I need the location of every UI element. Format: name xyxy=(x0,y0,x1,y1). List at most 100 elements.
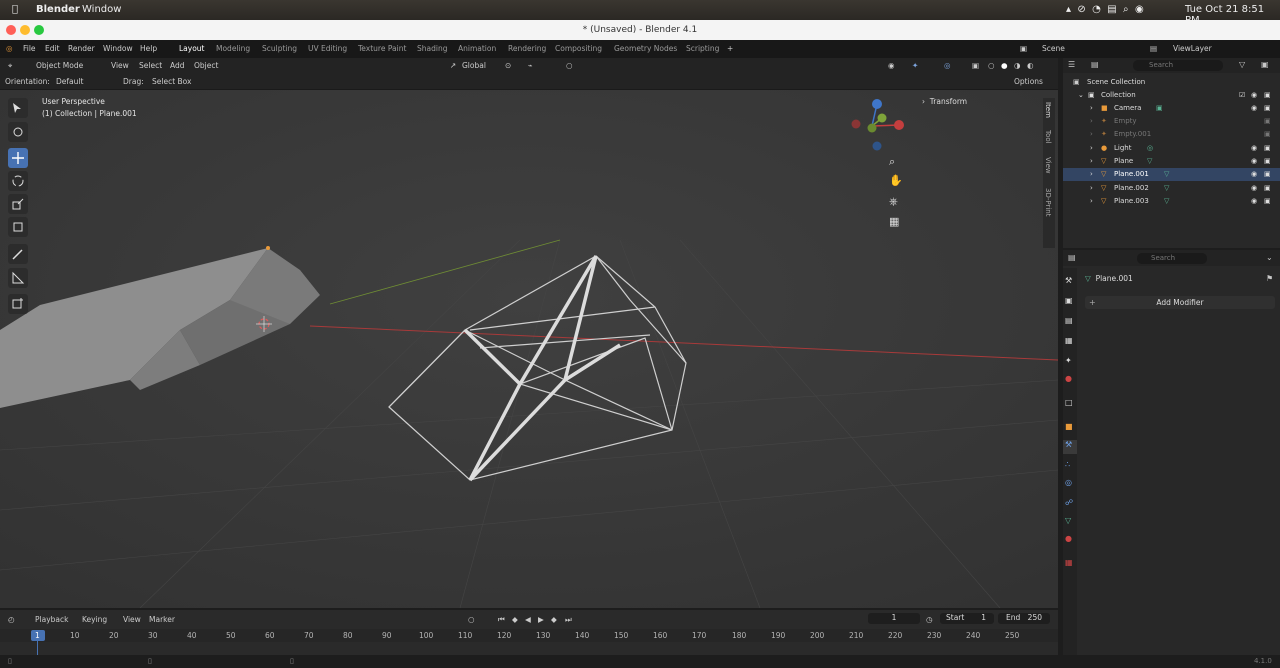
pan-hand-icon[interactable]: ✋ xyxy=(889,174,903,187)
drag-selector[interactable]: Select Box xyxy=(152,77,191,86)
gizmo-neg-z-axis[interactable] xyxy=(872,141,882,151)
close-window-button[interactable] xyxy=(6,25,16,35)
tab-texture-paint[interactable]: Texture Paint xyxy=(358,44,406,53)
outliner-scene-collection[interactable]: ▣ Scene Collection xyxy=(1063,76,1280,89)
menu-marker[interactable]: Marker xyxy=(149,615,175,624)
outliner-editor-icon[interactable]: ☰ xyxy=(1068,60,1075,69)
tab-scripting[interactable]: Scripting xyxy=(686,44,719,53)
menu-help[interactable]: Help xyxy=(140,44,157,53)
apple-icon[interactable]:  xyxy=(12,4,18,15)
gizmo-neg-x-axis[interactable] xyxy=(851,119,861,129)
gizmo-x-axis[interactable] xyxy=(894,120,904,130)
menu-edit[interactable]: Edit xyxy=(45,44,60,53)
timeline-editor-icon[interactable]: ◴ xyxy=(8,615,15,624)
menu-timeline-view[interactable]: View xyxy=(123,615,141,624)
add-workspace-icon[interactable]: + xyxy=(727,44,733,53)
data-properties-icon[interactable]: ▽ xyxy=(1065,516,1071,525)
current-frame-field[interactable]: 1 xyxy=(868,613,920,624)
start-frame-field[interactable]: Start 1 xyxy=(940,613,994,624)
active-object-field[interactable]: ▽ Plane.001 xyxy=(1085,274,1133,283)
blender-logo-icon[interactable]: ◎ xyxy=(6,44,13,53)
tab-geometry-nodes[interactable]: Geometry Nodes xyxy=(614,44,677,53)
wireframe-shading-icon[interactable]: ○ xyxy=(988,61,995,70)
tab-modeling[interactable]: Modeling xyxy=(216,44,250,53)
collection-properties-icon[interactable]: □ xyxy=(1065,398,1073,407)
transform-panel-header[interactable]: › Transform xyxy=(922,97,967,106)
outliner-item-light[interactable]: › ● Light ◎ ◉ ▣ xyxy=(1063,142,1280,155)
outliner-item-plane-003[interactable]: › ▽ Plane.003 ▽ ◉ ▣ xyxy=(1063,195,1280,208)
tab-3d-print[interactable]: 3D-Print xyxy=(1044,188,1052,216)
viewlayer-icon[interactable]: ▤ xyxy=(1150,44,1157,53)
tab-layout[interactable]: Layout xyxy=(179,44,205,53)
menu-keying[interactable]: Keying xyxy=(82,615,107,624)
ortho-grid-icon[interactable]: ▦ xyxy=(889,215,899,228)
options-dropdown[interactable]: Options xyxy=(1014,77,1043,86)
outliner-item-camera[interactable]: › ■ Camera ▣ ◉ ▣ xyxy=(1063,102,1280,115)
material-shading-icon[interactable]: ◑ xyxy=(1014,61,1021,70)
physics-properties-icon[interactable]: ◎ xyxy=(1065,478,1072,487)
tab-animation[interactable]: Animation xyxy=(458,44,496,53)
pin-icon[interactable]: ⚑ xyxy=(1266,274,1273,283)
material-properties-icon[interactable]: ● xyxy=(1065,534,1072,543)
play-icon[interactable]: ▶ xyxy=(538,615,544,624)
object-properties-icon[interactable]: ■ xyxy=(1065,422,1073,431)
menu-select[interactable]: Select xyxy=(139,61,162,70)
tab-rendering[interactable]: Rendering xyxy=(508,44,546,53)
outliner-search-input[interactable]: Search xyxy=(1133,60,1223,71)
tab-sculpting[interactable]: Sculpting xyxy=(262,44,297,53)
properties-options-icon[interactable]: ⌄ xyxy=(1266,253,1273,262)
modifier-properties-icon[interactable]: ⚒ xyxy=(1063,440,1077,454)
scale-tool[interactable] xyxy=(8,194,28,214)
tab-view[interactable]: View xyxy=(1044,157,1052,174)
minimize-window-button[interactable] xyxy=(20,25,30,35)
editor-type-icon[interactable]: ⌖ xyxy=(8,61,12,71)
prev-keyframe-icon[interactable]: ◆ xyxy=(512,615,518,624)
rotate-tool[interactable] xyxy=(8,171,28,191)
properties-search-input[interactable]: Search xyxy=(1137,253,1207,264)
jump-end-icon[interactable]: ⏭ xyxy=(565,615,572,625)
auto-keying-icon[interactable]: ○ xyxy=(468,615,475,624)
tool-properties-icon[interactable]: ⚒ xyxy=(1065,276,1072,285)
overlay-toggle-icon[interactable]: ◎ xyxy=(944,61,951,70)
jump-start-icon[interactable]: ⏮ xyxy=(498,615,505,625)
measure-tool[interactable] xyxy=(8,268,28,288)
scene-icon[interactable]: ▣ xyxy=(1020,44,1027,53)
app-menu-window[interactable]: Window xyxy=(82,4,121,15)
annotate-tool[interactable] xyxy=(8,244,28,264)
pivot-icon[interactable]: ⊙ xyxy=(505,61,511,70)
solid-shading-icon[interactable]: ● xyxy=(1001,61,1008,70)
render-properties-icon[interactable]: ▣ xyxy=(1065,296,1073,305)
move-tool[interactable] xyxy=(8,148,28,168)
menu-file[interactable]: File xyxy=(23,44,36,53)
xray-icon[interactable]: ▣ xyxy=(972,61,979,70)
outliner-collection[interactable]: ⌄ ▣ Collection ☑ ◉ ▣ xyxy=(1063,89,1280,102)
scene-selector[interactable]: Scene xyxy=(1042,44,1065,53)
view-layer-properties-icon[interactable]: ▦ xyxy=(1065,336,1073,345)
output-properties-icon[interactable]: ▤ xyxy=(1065,316,1073,325)
menu-view[interactable]: View xyxy=(111,61,129,70)
scene-properties-icon[interactable]: ✦ xyxy=(1065,356,1072,365)
menu-add[interactable]: Add xyxy=(170,61,185,70)
new-collection-icon[interactable]: ▣ xyxy=(1261,60,1269,69)
constraints-properties-icon[interactable]: ☍ xyxy=(1065,498,1073,507)
outliner-item-plane[interactable]: › ▽ Plane ▽ ◉ ▣ xyxy=(1063,155,1280,168)
outliner-item-plane-001[interactable]: › ▽ Plane.001 ▽ ◉ ▣ xyxy=(1063,168,1280,181)
mode-selector[interactable]: Object Mode xyxy=(36,61,83,70)
select-box-tool[interactable] xyxy=(8,98,28,118)
menu-window[interactable]: Window xyxy=(103,44,133,53)
menu-playback[interactable]: Playback xyxy=(35,615,68,624)
orientation-selector[interactable]: Default xyxy=(56,77,83,86)
gizmo-y-axis[interactable] xyxy=(877,113,887,123)
tab-uv-editing[interactable]: UV Editing xyxy=(308,44,347,53)
add-modifier-button[interactable]: Add Modifier xyxy=(1085,296,1275,309)
outliner-item-empty[interactable]: › ✦ Empty ▣ xyxy=(1063,115,1280,128)
proportional-edit-icon[interactable]: ○ xyxy=(566,61,573,70)
texture-properties-icon[interactable]: ▦ xyxy=(1065,558,1073,567)
tab-item[interactable]: Item xyxy=(1044,102,1052,118)
clock-icon[interactable]: ◷ xyxy=(926,615,933,624)
snap-icon[interactable]: ⌁ xyxy=(528,61,533,70)
add-cube-tool[interactable] xyxy=(8,294,28,314)
viewlayer-selector[interactable]: ViewLayer xyxy=(1173,44,1212,53)
transform-orientation-icon[interactable]: ↗ xyxy=(450,61,456,70)
navigation-gizmo[interactable] xyxy=(846,96,910,156)
